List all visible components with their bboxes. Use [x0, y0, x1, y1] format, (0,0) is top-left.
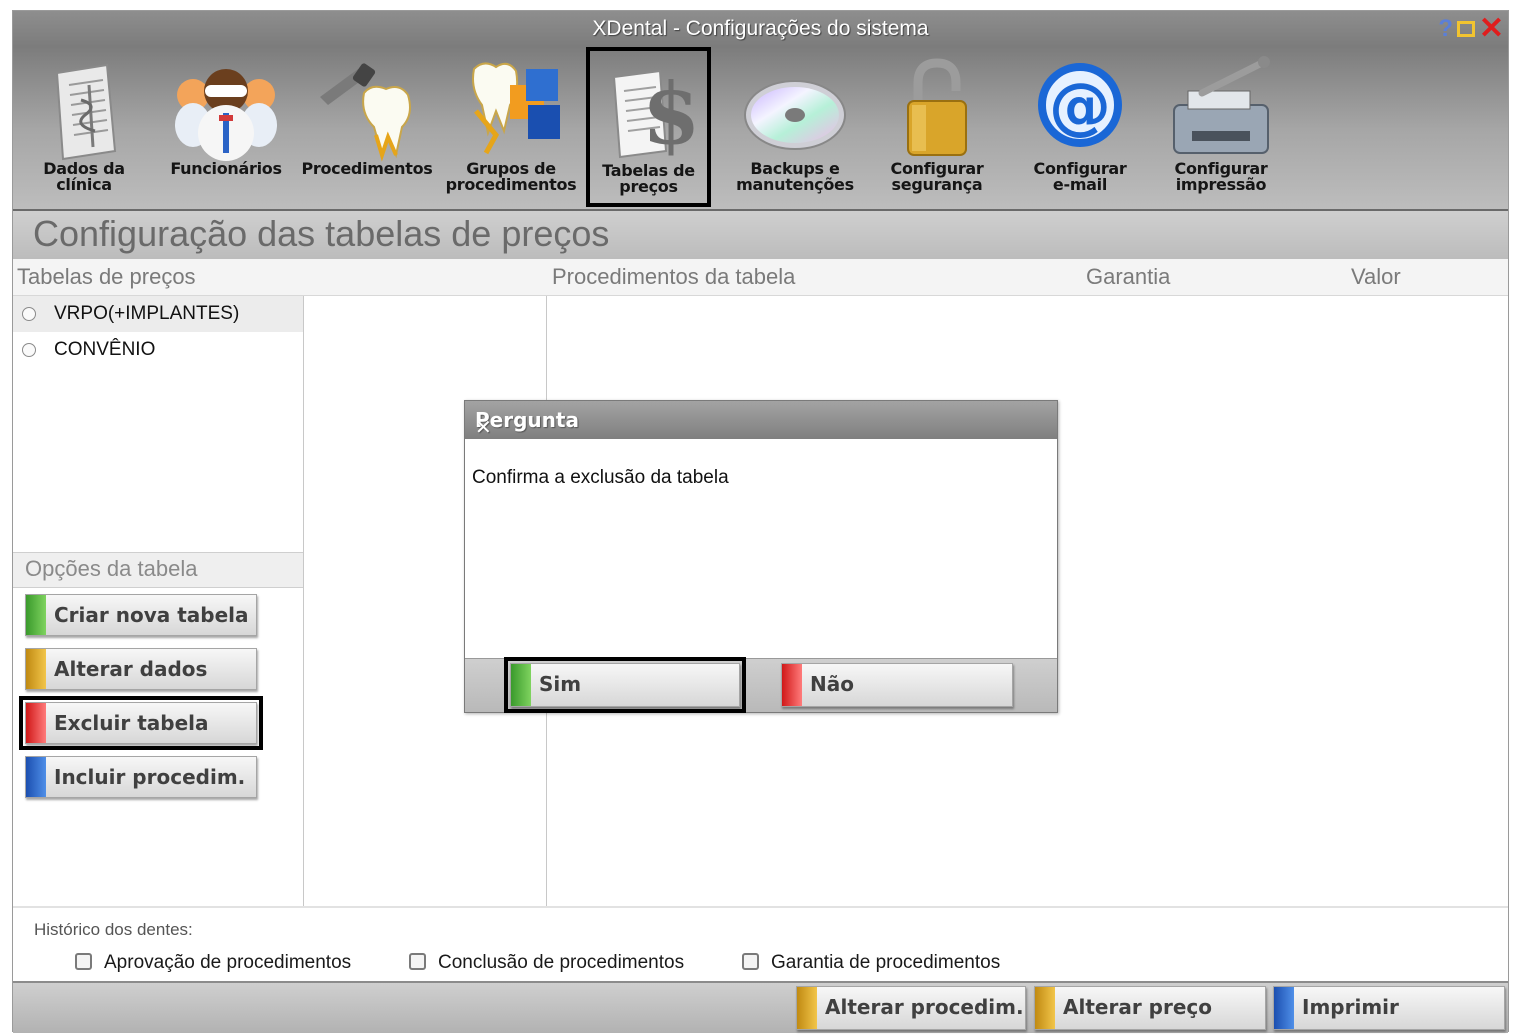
warranty-checkbox[interactable]: Garantia de procedimentos [742, 952, 1000, 974]
document-caduceus-icon [55, 63, 117, 161]
toolbar-item-label: Funcionários [170, 159, 282, 178]
button-label: Incluir procedim. [54, 765, 246, 789]
button-label: Alterar procedim. [825, 995, 1024, 1019]
dialog-footer: Sim Não [465, 657, 1057, 713]
radio-button[interactable] [22, 343, 36, 357]
approval-checkbox[interactable]: Aprovação de procedimentos [75, 952, 351, 974]
toolbar-item-security[interactable]: Configurar segurança [877, 55, 997, 205]
button-label: Alterar dados [54, 657, 208, 681]
close-icon[interactable]: ✕ [1479, 14, 1504, 44]
no-button[interactable]: Não [781, 663, 1013, 707]
confirm-dialog: Pergunta ✕ Confirma a exclusão da tabela… [464, 400, 1058, 713]
green-indicator [511, 664, 531, 706]
column-value: Valor [1351, 264, 1401, 289]
toolbar-item-label: Grupos de procedimentos [445, 159, 577, 194]
toolbar-item-label: Dados da clínica [43, 159, 125, 194]
edit-price-button[interactable]: Alterar preço [1034, 986, 1266, 1030]
section-title: Configuração das tabelas de preços [33, 213, 610, 254]
printer-wrench-icon [1173, 56, 1270, 154]
toolbar-item-label: Configurar e-mail [1033, 159, 1127, 194]
staff-group-icon [175, 69, 277, 161]
checkbox-box[interactable] [75, 953, 92, 970]
yellow-indicator [1035, 987, 1055, 1029]
conclusion-checkbox[interactable]: Conclusão de procedimentos [409, 952, 684, 974]
dialog-message: Confirma a exclusão da tabela [472, 467, 729, 488]
cd-disc-icon [744, 80, 846, 150]
checkbox-label: Aprovação de procedimentos [104, 952, 352, 973]
svg-text:@: @ [1049, 69, 1111, 142]
button-label: Alterar preço [1063, 995, 1212, 1019]
red-indicator [782, 664, 802, 706]
toolbar-item-procedure-groups[interactable]: Grupos de procedimentos [443, 55, 579, 205]
toolbar-item-staff[interactable]: Funcionários [163, 55, 289, 205]
yellow-indicator [26, 649, 46, 689]
checkbox-box[interactable] [742, 953, 759, 970]
column-header-row: Tabelas de preços Procedimentos da tabel… [13, 259, 1508, 296]
column-price-tables: Tabelas de preços [17, 264, 196, 289]
price-table-name: CONVÊNIO [54, 339, 156, 360]
section-header: Configuração das tabelas de preços [13, 209, 1508, 259]
tooth-history-label: Histórico dos dentes: [34, 920, 193, 939]
bottom-action-bar: Alterar procedim. Alterar preço Imprimir [13, 981, 1508, 1033]
padlock-icon [907, 58, 967, 156]
tooth-cubes-icon [472, 62, 560, 155]
print-button[interactable]: Imprimir [1273, 986, 1505, 1030]
toolbar-item-clinic-data[interactable]: Dados da clínica [31, 55, 137, 205]
maximize-icon[interactable] [1456, 21, 1475, 37]
toolbar-item-label: Tabelas de preços [602, 161, 695, 196]
dental-tool-tooth-icon [320, 63, 411, 162]
price-table-item[interactable]: VRPO(+IMPLANTES) [13, 296, 303, 332]
table-options-title: Opções da tabela [25, 556, 198, 581]
button-label: Imprimir [1302, 995, 1399, 1019]
close-icon[interactable]: ✕ [475, 408, 1051, 446]
toolbar-item-printing[interactable]: Configurar impressão [1158, 55, 1284, 205]
create-table-button[interactable]: Criar nova tabela [25, 594, 257, 636]
at-sign-icon: @ [1038, 63, 1122, 147]
checkbox-box[interactable] [409, 953, 426, 970]
green-indicator [26, 595, 46, 635]
dialog-titlebar: Pergunta ✕ [465, 401, 1057, 439]
tooth-history-area: Histórico dos dentes: Aprovação de proce… [13, 906, 1508, 983]
checkbox-label: Conclusão de procedimentos [438, 952, 685, 973]
button-label: Criar nova tabela [54, 603, 249, 627]
delete-table-button[interactable]: Excluir tabela [19, 696, 263, 750]
yes-button[interactable]: Sim [504, 657, 746, 713]
blue-indicator [1274, 987, 1294, 1029]
toolbar: XDental - Configurações do sistema ? ✕ D… [13, 11, 1508, 209]
add-procedure-button[interactable]: Incluir procedim. [25, 756, 257, 798]
button-label: Sim [539, 672, 582, 696]
price-table-name: VRPO(+IMPLANTES) [54, 303, 240, 324]
radio-button[interactable] [22, 307, 36, 321]
toolbar-item-backups[interactable]: Backups e manutenções [725, 55, 865, 205]
svg-text:$: $ [642, 64, 700, 163]
price-tables-pane: VRPO(+IMPLANTES) CONVÊNIO Opções da tabe… [13, 296, 304, 906]
yellow-indicator [797, 987, 817, 1029]
toolbar-item-label: Configurar impressão [1174, 159, 1268, 194]
price-document-dollar-icon: $ [612, 64, 700, 163]
blue-indicator [26, 757, 46, 797]
help-icon[interactable]: ? [1438, 15, 1453, 43]
column-warranty: Garantia [1086, 264, 1171, 289]
toolbar-item-label: Configurar segurança [890, 159, 984, 194]
red-indicator [26, 703, 46, 743]
price-table-item[interactable]: CONVÊNIO [13, 332, 303, 368]
toolbar-item-label: Procedimentos [301, 159, 433, 178]
toolbar-item-procedures[interactable]: Procedimentos [298, 55, 436, 205]
toolbar-item-label: Backups e manutenções [736, 159, 854, 194]
window-controls: ? ✕ [1438, 14, 1504, 44]
button-label: Excluir tabela [54, 711, 209, 735]
table-options-header: Opções da tabela [13, 552, 303, 588]
edit-procedure-button[interactable]: Alterar procedim. [796, 986, 1026, 1030]
toolbar-item-email[interactable]: @ Configurar e-mail [1025, 55, 1135, 205]
button-label: Não [810, 672, 854, 696]
checkbox-label: Garantia de procedimentos [771, 952, 1001, 973]
window-title: XDental - Configurações do sistema [592, 17, 929, 40]
edit-data-button[interactable]: Alterar dados [25, 648, 257, 690]
column-procedures: Procedimentos da tabela [552, 264, 796, 289]
toolbar-item-price-tables[interactable]: $ Tabelas de preços [586, 47, 711, 207]
